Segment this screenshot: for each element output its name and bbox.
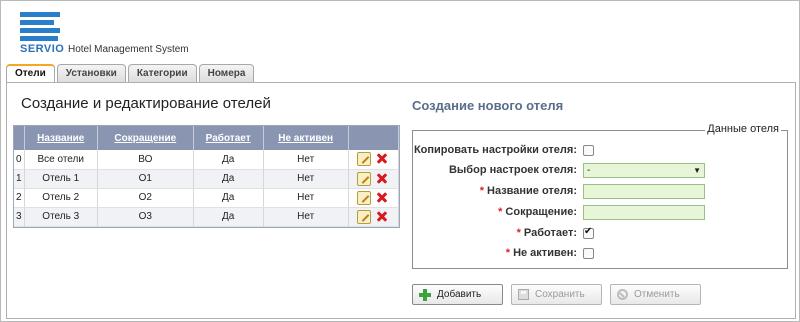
works-label-text: Работает: [523,227,577,239]
inactive-label-text: Не активен: [513,247,577,259]
cell-actions [348,150,400,170]
cell-actions [348,188,400,208]
cancel-button[interactable]: Отменить [610,284,701,305]
form-buttons: Добавить Сохранить Отменить [412,284,701,305]
cancel-icon [617,289,628,300]
col-inactive[interactable]: Не активен [263,126,349,150]
new-hotel-title: Создание нового отеля [412,98,564,113]
row-index: 3 [14,207,25,227]
short-name-label: * Сокращение: [413,206,583,218]
plus-icon [419,288,431,301]
tab-rooms[interactable]: Номера [198,64,255,83]
col-name[interactable]: Название [24,126,98,150]
cell-name: Все отели [24,150,98,170]
copy-settings-checkbox[interactable] [583,144,594,156]
cell-short: ВО [97,150,194,170]
tab-settings[interactable]: Установки [56,64,126,83]
col-actions [348,126,400,150]
select-settings-row: Выбор настроек отеля: - ▼ [413,162,783,178]
content-panel: Создание и редактирование отелей Названи… [6,82,796,319]
inactive-row: * Не активен: [413,245,783,261]
copy-settings-row: Копировать настройки отеля: [413,142,783,158]
delete-icon[interactable] [375,191,389,205]
add-button[interactable]: Добавить [412,284,503,305]
add-button-label: Добавить [437,289,482,300]
required-mark: * [516,227,521,239]
hotel-data-fieldset: Данные отеля Копировать настройки отеля:… [412,123,788,269]
cell-name: Отель 2 [24,188,98,208]
edit-icon[interactable] [357,209,372,224]
table-row[interactable]: 2 Отель 2 О2 Да Нет [14,188,400,208]
delete-icon[interactable] [375,210,389,224]
cell-inactive: Нет [263,207,349,227]
required-mark: * [479,185,484,197]
table-row[interactable]: 3 Отель 3 О3 Да Нет [14,207,400,227]
cell-works: Да [193,207,264,227]
floppy-disk-icon [518,289,529,300]
inactive-checkbox[interactable] [583,247,594,259]
app-frame: SERVIO Hotel Management System Отели Уст… [0,0,800,322]
inactive-label: * Не активен: [413,247,583,259]
hotels-edit-title: Создание и редактирование отелей [21,95,271,112]
tab-hotels[interactable]: Отели [6,64,55,83]
short-name-label-text: Сокращение: [505,206,577,218]
cell-works: Да [193,188,264,208]
cell-short: О2 [97,188,194,208]
cancel-button-label: Отменить [634,289,680,300]
edit-icon[interactable] [357,190,372,205]
settings-select[interactable]: - ▼ [583,162,705,178]
cell-actions [348,169,400,189]
copy-settings-label: Копировать настройки отеля: [413,144,577,156]
table-row[interactable]: 0 Все отели ВО Да Нет [14,150,400,170]
table-header-row: Название Сокращение Работает Не активен [14,126,400,150]
row-index: 1 [14,169,25,189]
hotel-name-input[interactable] [583,183,705,199]
hotel-name-label-text: Название отеля: [487,185,577,197]
cell-name: Отель 1 [24,169,98,189]
delete-icon[interactable] [375,172,389,186]
cell-inactive: Нет [263,150,349,170]
works-checkbox[interactable] [583,226,594,239]
select-settings-label: Выбор настроек отеля: [448,164,577,176]
col-index [14,126,25,150]
edit-icon[interactable] [357,171,372,186]
row-index: 0 [14,150,25,170]
required-mark: * [498,206,503,218]
cell-inactive: Нет [263,169,349,189]
row-index: 2 [14,188,25,208]
cell-inactive: Нет [263,188,349,208]
cell-works: Да [193,150,264,170]
table-row[interactable]: 1 Отель 1 О1 Да Нет [14,169,400,189]
cell-name: Отель 3 [24,207,98,227]
save-button-label: Сохранить [535,289,585,300]
cell-short: О1 [97,169,194,189]
logo-text: SERVIO [20,43,65,55]
hotel-name-label: * Название отеля: [413,185,583,197]
short-name-row: * Сокращение: [413,204,783,220]
col-works[interactable]: Работает [193,126,264,150]
chevron-down-icon: ▼ [693,165,701,175]
app-subtitle: Hotel Management System [68,44,189,55]
required-mark: * [505,247,511,259]
col-short[interactable]: Сокращение [97,126,194,150]
cell-actions [348,207,400,227]
works-label: * Работает: [413,227,583,239]
cell-short: О3 [97,207,194,227]
save-button[interactable]: Сохранить [511,284,602,305]
hotel-name-row: * Название отеля: [413,183,783,199]
delete-icon[interactable] [375,152,389,166]
short-name-input[interactable] [583,204,705,220]
tab-categories[interactable]: Категории [127,64,197,83]
tab-bar: Отели Установки Категории Номера [6,64,255,83]
settings-select-value: - [587,164,591,176]
cell-works: Да [193,169,264,189]
fieldset-legend: Данные отеля [705,123,781,135]
hotels-table: Название Сокращение Работает Не активен … [13,125,400,228]
works-row: * Работает: [413,225,783,241]
edit-icon[interactable] [357,152,372,167]
